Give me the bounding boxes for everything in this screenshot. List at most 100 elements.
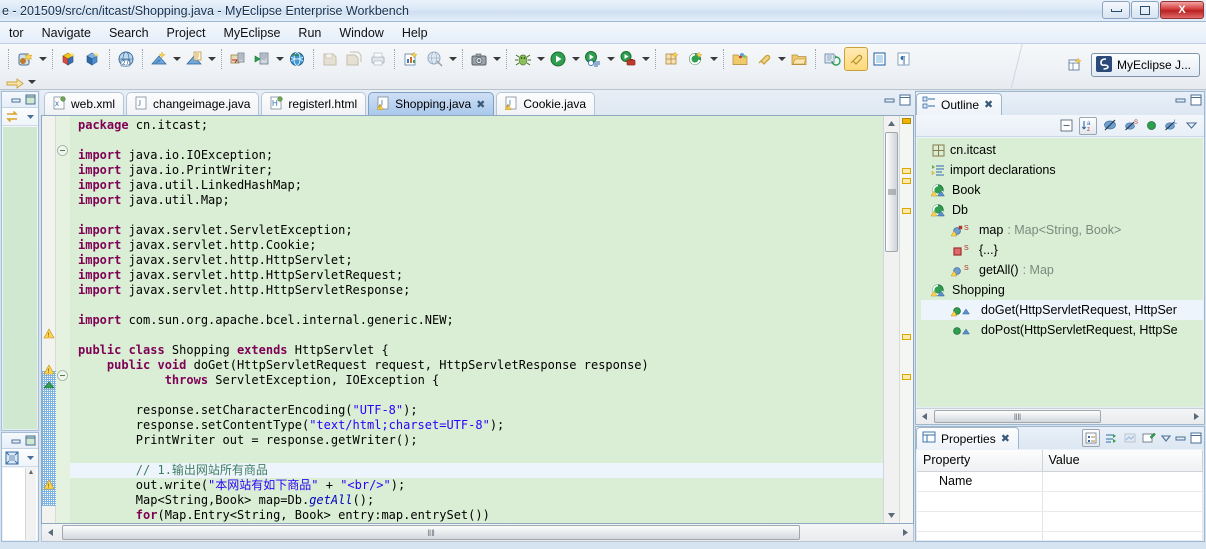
view-menu-icon[interactable] xyxy=(24,452,36,464)
code-line[interactable]: public class Shopping extends HttpServle… xyxy=(70,343,883,358)
globe-dropdown[interactable] xyxy=(447,48,458,70)
menu-window[interactable]: Window xyxy=(330,24,392,42)
browser-icon[interactable] xyxy=(285,47,309,71)
code-line[interactable] xyxy=(70,208,883,223)
new-wizard-icon[interactable] xyxy=(13,47,37,71)
code-line[interactable]: import java.io.IOException; xyxy=(70,148,883,163)
hide-fields-icon[interactable] xyxy=(1102,118,1118,134)
maximize-icon[interactable] xyxy=(24,94,36,106)
overview-marker[interactable] xyxy=(902,334,911,340)
outline-item[interactable]: doGet(HttpServletRequest, HttpSer xyxy=(921,300,1203,320)
view-menu-icon[interactable] xyxy=(1160,432,1172,444)
run-history-icon[interactable] xyxy=(581,47,605,71)
warning-marker-icon[interactable]: ! xyxy=(43,479,55,491)
code-line[interactable] xyxy=(70,298,883,313)
menu-run[interactable]: Run xyxy=(289,24,330,42)
code-line[interactable]: import javax.servlet.http.Cookie; xyxy=(70,238,883,253)
scroll-left-arrow[interactable] xyxy=(916,409,932,425)
close-icon[interactable]: ✖ xyxy=(984,98,993,111)
editor-vertical-scrollbar[interactable] xyxy=(883,116,899,523)
run-server-dropdown[interactable] xyxy=(206,48,217,70)
code-line[interactable]: import com.sun.org.apache.bcel.internal.… xyxy=(70,313,883,328)
screenshot-dropdown[interactable] xyxy=(491,48,502,70)
report-icon[interactable] xyxy=(399,47,423,71)
editor-tab-registerl-html[interactable]: H registerl.html xyxy=(261,92,367,115)
code-line[interactable] xyxy=(70,448,883,463)
code-line[interactable]: out.write("本网站有如下商品" + "<br/>"); xyxy=(70,478,883,493)
save-icon[interactable] xyxy=(318,47,342,71)
show-categories-icon[interactable] xyxy=(1082,429,1100,447)
collapse-all-icon[interactable] xyxy=(1058,118,1074,134)
open-type-icon[interactable] xyxy=(57,47,81,71)
editor-tab-web-xml[interactable]: x web.xml xyxy=(44,92,125,115)
pin-icon[interactable] xyxy=(752,47,776,71)
maximize-icon[interactable] xyxy=(1190,94,1202,106)
code-line[interactable]: response.setCharacterEncoding("UTF-8"); xyxy=(70,403,883,418)
variables-grid-icon[interactable] xyxy=(4,450,20,466)
table-row[interactable] xyxy=(917,491,1203,512)
outline-horizontal-scrollbar[interactable]: ‖‖ xyxy=(916,408,1204,424)
property-value-cell[interactable] xyxy=(1042,491,1203,512)
debug-icon[interactable] xyxy=(511,47,535,71)
save-all-icon[interactable] xyxy=(342,47,366,71)
open-perspective-icon[interactable] xyxy=(1063,53,1087,77)
left-panel-top-body[interactable] xyxy=(3,127,37,429)
code-line[interactable]: response.setContentType("text/html;chars… xyxy=(70,418,883,433)
run-icon[interactable] xyxy=(546,47,570,71)
table-row[interactable]: Name xyxy=(917,471,1203,492)
debug-dropdown[interactable] xyxy=(535,48,546,70)
external-tools-icon[interactable] xyxy=(616,47,640,71)
hscroll-thumb[interactable]: ‖‖ xyxy=(934,410,1102,423)
deploy-icon[interactable] xyxy=(147,47,171,71)
db-explorer-icon[interactable] xyxy=(226,47,250,71)
sync-arrows-icon[interactable] xyxy=(4,109,20,125)
outline-item[interactable]: S {...} xyxy=(921,240,1203,260)
code-line[interactable]: import javax.servlet.http.HttpServlet; xyxy=(70,253,883,268)
scroll-right-arrow[interactable] xyxy=(1188,409,1204,425)
run-history-dropdown[interactable] xyxy=(605,48,616,70)
scroll-up-arrow[interactable] xyxy=(884,116,899,131)
pin-icon[interactable] xyxy=(1141,430,1157,446)
scroll-left-arrow[interactable] xyxy=(42,525,58,541)
run-config-dropdown[interactable] xyxy=(274,48,285,70)
show-whitespace-icon[interactable]: ¶ xyxy=(892,47,916,71)
code-line[interactable]: package cn.itcast; xyxy=(70,118,883,133)
hide-local-types-icon[interactable]: L xyxy=(1163,118,1179,134)
warning-marker-icon[interactable]: ! xyxy=(43,364,55,376)
property-value-cell[interactable] xyxy=(1042,471,1203,492)
close-button[interactable]: X xyxy=(1160,1,1204,19)
overview-marker[interactable] xyxy=(902,208,911,214)
menu-navigate[interactable]: Navigate xyxy=(33,24,100,42)
outline-item[interactable]: SgetAll() : Map xyxy=(921,260,1203,280)
scroll-right-arrow[interactable] xyxy=(897,525,913,541)
hide-static-icon[interactable]: S xyxy=(1123,118,1139,134)
left-panel-bottom-body[interactable]: ▲ xyxy=(3,468,37,540)
hide-nonpublic-icon[interactable] xyxy=(1144,119,1158,133)
outline-tab[interactable]: Outline ✖ xyxy=(916,93,1003,115)
view-menu-icon[interactable] xyxy=(24,111,36,123)
code-line[interactable]: import java.util.LinkedHashMap; xyxy=(70,178,883,193)
code-line[interactable]: // 1.输出网站所有商品 xyxy=(70,463,883,478)
globe-icon[interactable] xyxy=(423,47,447,71)
maximize-icon[interactable] xyxy=(24,435,36,447)
menu-help[interactable]: Help xyxy=(393,24,437,42)
column-header-property[interactable]: Property xyxy=(917,450,1043,472)
maximize-icon[interactable] xyxy=(899,94,911,106)
code-line[interactable] xyxy=(70,133,883,148)
folder-icon[interactable] xyxy=(787,47,811,71)
menu-refactor[interactable]: tor xyxy=(0,24,33,42)
close-icon[interactable]: ✖ xyxy=(476,98,485,111)
editor-horizontal-scrollbar[interactable]: ‖‖ xyxy=(41,524,914,542)
editor-overview-ruler[interactable] xyxy=(899,116,913,523)
menu-search[interactable]: Search xyxy=(100,24,158,42)
outline-item[interactable]: cn.itcast xyxy=(921,140,1203,160)
warning-marker-icon[interactable]: ! xyxy=(43,328,55,340)
outline-item[interactable]: Shopping xyxy=(921,280,1203,300)
new-class-dropdown[interactable] xyxy=(708,48,719,70)
new-class-icon[interactable] xyxy=(684,47,708,71)
property-value-cell[interactable] xyxy=(1042,511,1203,532)
run-server-icon[interactable] xyxy=(182,47,206,71)
toggle-block-selection-icon[interactable] xyxy=(868,47,892,71)
menu-myeclipse[interactable]: MyEclipse xyxy=(214,24,289,42)
outline-item[interactable]: Book xyxy=(921,180,1203,200)
